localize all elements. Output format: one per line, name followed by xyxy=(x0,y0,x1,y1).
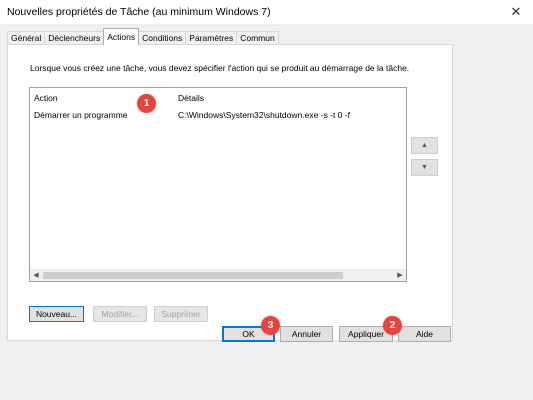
row-details-cell[interactable]: C:\Windows\System32\shutdown.exe -s -t 0… xyxy=(178,110,350,120)
tab-strip: Général Déclencheurs Actions Conditions … xyxy=(7,28,279,45)
scroll-left-icon[interactable]: ◀ xyxy=(30,270,42,281)
edit-action-button[interactable]: Modifier... xyxy=(93,306,147,322)
annotation-badge-1: 1 xyxy=(137,94,156,113)
tab-conditions[interactable]: Conditions xyxy=(138,31,187,45)
tab-actions[interactable]: Actions xyxy=(103,28,140,45)
dialog-client: Général Déclencheurs Actions Conditions … xyxy=(0,24,533,400)
delete-action-button[interactable]: Supprimer xyxy=(154,306,208,322)
window-title: Nouvelles propriétés de Tâche (au minimu… xyxy=(7,6,271,18)
column-header-details[interactable]: Détails xyxy=(178,93,204,103)
tab-settings[interactable]: Paramètres xyxy=(185,31,238,45)
cancel-button[interactable]: Annuler xyxy=(280,326,333,342)
move-down-icon[interactable]: ▼ xyxy=(411,159,438,176)
scrollbar-thumb[interactable] xyxy=(43,272,343,279)
new-action-button[interactable]: Nouveau... xyxy=(29,306,84,322)
tab-general[interactable]: Général xyxy=(7,31,46,45)
actions-list[interactable]: Action Détails Démarrer un programme C:\… xyxy=(29,87,407,282)
move-up-icon[interactable]: ▲ xyxy=(411,137,438,154)
annotation-badge-2: 2 xyxy=(383,316,402,335)
tab-common[interactable]: Commun xyxy=(236,31,279,45)
title-bar: Nouvelles propriétés de Tâche (au minimu… xyxy=(0,0,533,24)
actions-tab-panel: Lorsque vous créez une tâche, vous devez… xyxy=(7,44,453,341)
row-action-cell[interactable]: Démarrer un programme xyxy=(34,110,128,120)
column-header-action[interactable]: Action xyxy=(34,93,58,103)
help-button[interactable]: Aide xyxy=(398,326,451,342)
scroll-right-icon[interactable]: ▶ xyxy=(394,270,406,281)
tab-triggers[interactable]: Déclencheurs xyxy=(44,31,105,45)
annotation-badge-3: 3 xyxy=(261,316,280,335)
horizontal-scrollbar[interactable]: ◀ ▶ xyxy=(30,269,406,281)
close-icon[interactable]: ✕ xyxy=(499,0,533,24)
intro-text: Lorsque vous créez une tâche, vous devez… xyxy=(30,63,410,73)
